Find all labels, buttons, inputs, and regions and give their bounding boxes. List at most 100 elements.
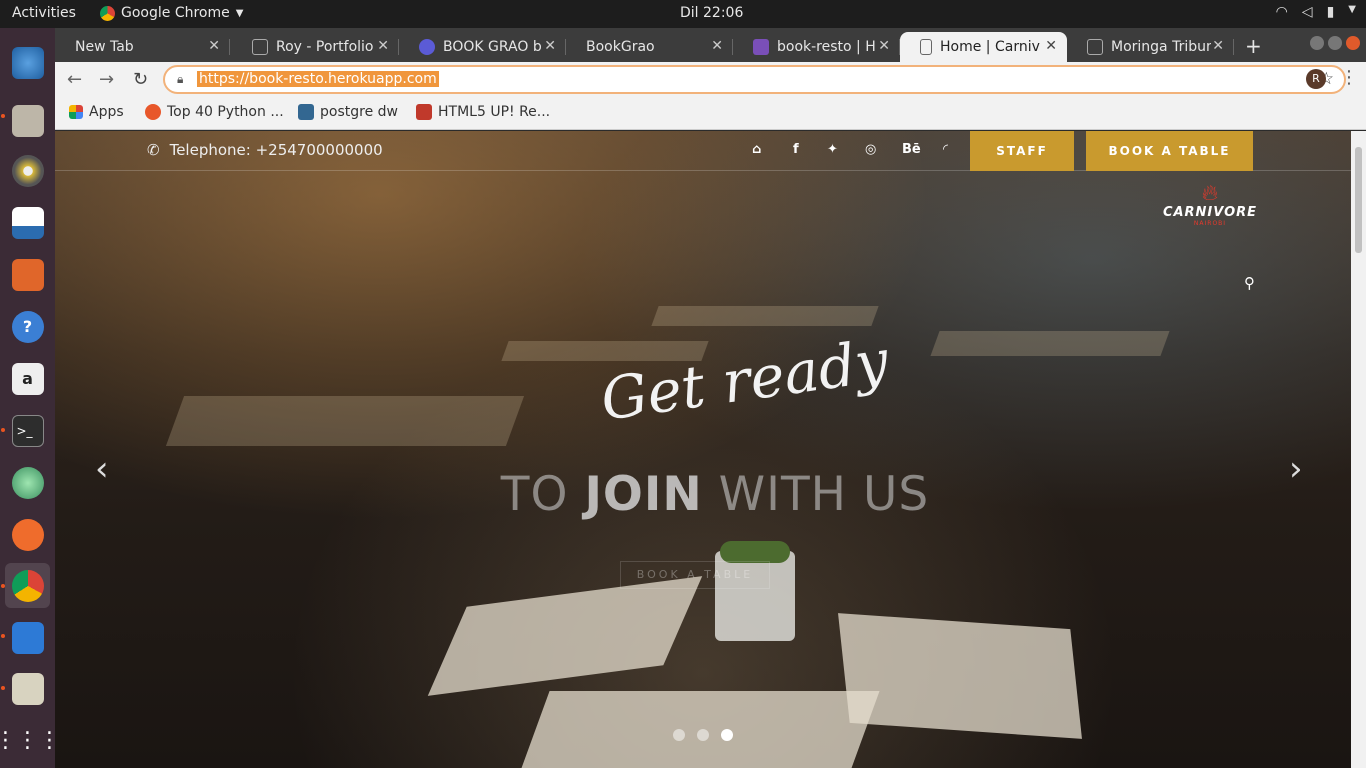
dock-terminal[interactable]: >_ [5,408,50,453]
forward-button[interactable]: → [99,69,114,90]
tab-new-tab[interactable]: New Tab ✕ [55,32,230,62]
chrome-menu-button[interactable]: ⋮ [1340,67,1358,88]
tab-title: BOOK GRAO by [443,39,541,55]
telephone: ✆ Telephone: +254700000000 [147,141,383,159]
page-icon [1087,39,1103,55]
site-icon [145,104,161,120]
close-icon[interactable]: ✕ [544,38,556,54]
background-table [651,306,879,326]
dock-help[interactable]: ? [5,304,50,349]
slide-dot[interactable] [673,729,685,741]
dock-amazon[interactable]: a [5,356,50,401]
tab-home-carnivore[interactable]: Home | Carnivo ✕ [900,32,1067,62]
reload-button[interactable]: ↻ [133,69,148,90]
home-icon[interactable]: ⌂ [752,142,761,157]
tab-book-grao[interactable]: BOOK GRAO by ✕ [399,32,566,62]
tab-moringa[interactable]: Moringa Tribun ✕ [1067,32,1234,62]
hero-book-button[interactable]: BOOK A TABLE [620,561,770,589]
back-button[interactable]: ← [67,69,82,90]
launcher-dock: ? a >_ ⋮⋮⋮ [0,28,61,768]
tab-title: New Tab [75,39,134,55]
twitter-icon[interactable]: ✦ [827,142,838,157]
grid-icon: ⋮⋮⋮ [0,728,61,753]
address-bar[interactable]: 🔒︎ https://book-resto.herokuapp.com ☆ [163,65,1346,94]
scrollbar-thumb[interactable] [1355,147,1362,253]
bookmark-label: HTML5 UP! Re... [438,104,551,120]
bookmark-apps[interactable]: Apps [69,104,124,120]
tab-heroku-book-resto[interactable]: book-resto | He ✕ [733,32,900,62]
background-plant [720,541,790,563]
dock-writer[interactable] [5,200,50,245]
bookmark-label: Top 40 Python ... [167,104,284,120]
new-tab-button[interactable]: + [1245,34,1262,58]
app-menu[interactable]: Google Chrome ▼ [100,5,243,21]
slide-dot-active[interactable] [721,729,733,741]
bookmarks-bar: Apps Top 40 Python ... postgre dw HTML5 … [55,98,1366,130]
dock-rhythmbox[interactable] [5,148,50,193]
page-scrollbar[interactable] [1351,131,1366,768]
background-table [930,331,1170,356]
search-icon[interactable]: ⚲ [1244,274,1255,292]
dock-vscode[interactable] [5,615,50,660]
html5up-icon [416,104,432,120]
page-icon [920,39,932,55]
tab-roy-portfolio[interactable]: Roy - Portfolio ✕ [232,32,399,62]
dock-chrome[interactable] [5,563,50,608]
dock-postman[interactable] [5,512,50,557]
dock-files[interactable] [5,98,50,143]
amazon-icon: a [11,362,44,395]
close-icon[interactable]: ✕ [1045,38,1057,54]
logo-name: CARNIVORE [1162,205,1258,220]
headline-part: WITH US [702,467,930,522]
next-slide-arrow[interactable]: › [1289,449,1303,489]
close-icon[interactable]: ✕ [711,38,723,54]
dock-software[interactable] [5,252,50,297]
apps-grid-icon [69,105,83,119]
facebook-icon[interactable]: f [793,142,799,157]
wifi-icon: ◠ [1275,4,1288,20]
url-text[interactable]: https://book-resto.herokuapp.com [197,71,439,87]
tab-title: book-resto | He [777,39,875,55]
bookmark-python[interactable]: Top 40 Python ... [145,104,284,120]
bookmark-postgre[interactable]: postgre dw [298,104,398,120]
site-icon [419,39,435,55]
bookmark-label: Apps [89,104,124,120]
site-header-bar: ✆ Telephone: +254700000000 ⌂ f ✦ ◎ Bē ◜ … [55,131,1351,171]
image-viewer-icon [11,672,44,705]
dock-image-viewer[interactable] [5,666,50,711]
document-icon [11,206,44,239]
slide-dot[interactable] [697,729,709,741]
folder-icon [11,104,44,137]
maximize-button[interactable] [1328,36,1342,50]
dribbble-icon[interactable]: ◎ [865,142,876,157]
close-icon[interactable]: ✕ [208,38,220,54]
window-controls [1310,36,1360,50]
flame-icon: 🔥︎ [1201,181,1219,206]
activities-button[interactable]: Activities [12,5,76,21]
tab-bookgrao[interactable]: BookGrao ✕ [566,32,733,62]
rss-icon[interactable]: ◜ [943,142,948,157]
bookmark-html5up[interactable]: HTML5 UP! Re... [416,104,550,120]
background-menu [427,576,703,696]
page-icon [252,39,268,55]
show-applications-button[interactable]: ⋮⋮⋮ [0,718,61,763]
staff-button[interactable]: STAFF [970,131,1074,171]
minimize-button[interactable] [1310,36,1324,50]
dock-thunderbird[interactable] [5,40,50,85]
close-icon[interactable]: ✕ [377,38,389,54]
close-icon[interactable]: ✕ [878,38,890,54]
battery-icon: ▮ [1326,4,1335,20]
profile-avatar[interactable]: R [1306,69,1326,89]
system-tray[interactable]: ◠ ◁ ▮ ▼ [1276,4,1356,20]
carnivore-logo[interactable]: 🔥︎ CARNIVORE NAIROBI [1155,183,1265,233]
close-icon[interactable]: ✕ [1212,38,1224,54]
close-window-button[interactable] [1346,36,1360,50]
help-icon: ? [11,310,44,343]
behance-icon[interactable]: Bē [902,142,921,157]
lock-icon: 🔒︎ [177,72,184,86]
dock-atom[interactable] [5,460,50,505]
prev-slide-arrow[interactable]: ‹ [95,449,109,489]
vscode-icon [11,621,44,654]
clock[interactable]: Dil 22:06 [680,5,743,21]
book-table-button[interactable]: BOOK A TABLE [1086,131,1253,171]
